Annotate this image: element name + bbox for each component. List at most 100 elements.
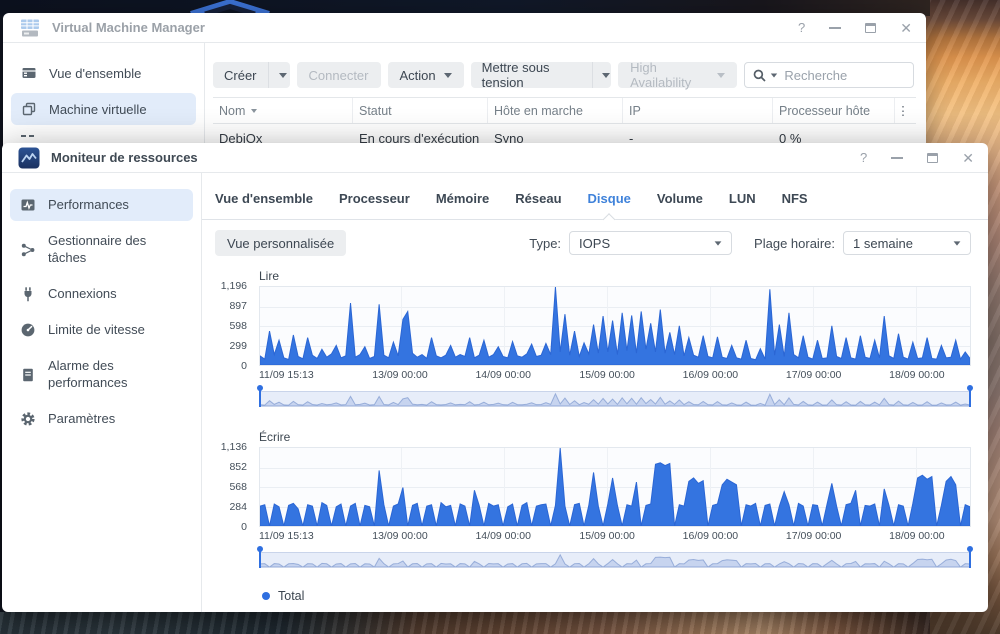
x-tick-label: 18/09 00:00: [889, 369, 944, 381]
high-availability-button[interactable]: High Availability: [618, 62, 737, 88]
search-input[interactable]: Recherche: [744, 62, 914, 88]
chart-title-read: Lire: [259, 269, 988, 283]
x-tick-label: 11/09 15:13: [259, 369, 314, 381]
range-select-caret-icon: [954, 241, 961, 245]
sidebar-item-performances[interactable]: Performances: [10, 189, 193, 221]
legend-label: Total: [278, 589, 304, 603]
search-placeholder: Recherche: [784, 68, 847, 83]
rm-help-button[interactable]: ?: [860, 151, 867, 164]
power-on-dropdown-caret-icon[interactable]: [592, 62, 611, 88]
read-iops-chart: [259, 286, 971, 366]
column-header-hote[interactable]: Hôte en marche: [488, 98, 623, 123]
search-icon: [753, 69, 766, 82]
column-header-nom[interactable]: Nom: [213, 98, 353, 123]
vmm-help-button[interactable]: ?: [798, 21, 805, 34]
vmm-window-title: Virtual Machine Manager: [52, 20, 205, 35]
tab-vue-densemble[interactable]: Vue d'ensemble: [215, 191, 313, 219]
report-document-icon: [20, 367, 36, 383]
vmm-sidebar-item-label: Machine virtuelle: [49, 102, 147, 117]
x-tick-label: 18/09 00:00: [889, 530, 944, 542]
task-manager-icon: [20, 242, 36, 258]
column-header-statut[interactable]: Statut: [353, 98, 488, 123]
create-button[interactable]: Créer: [213, 62, 290, 88]
sidebar-item-task-manager[interactable]: Gestionnaire des tâches: [10, 225, 193, 274]
x-tick-label: 11/09 15:13: [259, 530, 314, 542]
chart-legend: Total: [262, 589, 988, 603]
y-tick-label: 852: [229, 461, 247, 473]
brush-handle-left[interactable]: [259, 547, 261, 568]
brush-handle-left[interactable]: [259, 386, 261, 407]
x-tick-label: 14/09 00:00: [475, 369, 530, 381]
custom-view-button[interactable]: Vue personnalisée: [215, 230, 346, 256]
sidebar-item-label: Alarme des performances: [48, 358, 166, 391]
column-header-cpu[interactable]: Processeur hôte: [773, 98, 895, 123]
y-axis-labels: 1,1968975982990: [202, 286, 252, 366]
sidebar-item-performance-alarm[interactable]: Alarme des performances: [10, 350, 193, 399]
speedometer-icon: [20, 322, 36, 338]
power-on-button[interactable]: Mettre sous tension: [471, 62, 611, 88]
y-tick-label: 568: [229, 481, 247, 493]
overview-icon: [21, 65, 37, 81]
tab-reseau[interactable]: Réseau: [515, 191, 561, 219]
rm-close-button[interactable]: ✕: [962, 151, 974, 165]
column-header-ip[interactable]: IP: [623, 98, 773, 123]
type-select[interactable]: IOPS: [569, 231, 732, 255]
y-tick-label: 598: [229, 320, 247, 332]
sidebar-item-settings[interactable]: Paramètres: [10, 403, 193, 435]
write-iops-chart: [259, 447, 971, 527]
legend-dot-icon: [262, 592, 270, 600]
read-chart-brush[interactable]: [259, 391, 971, 407]
y-tick-label: 1,136: [221, 441, 247, 453]
sidebar-item-connections[interactable]: Connexions: [10, 278, 193, 310]
x-tick-label: 16/09 00:00: [683, 369, 738, 381]
tab-disque[interactable]: Disque: [588, 191, 631, 219]
rm-titlebar[interactable]: Moniteur de ressources ? ✕: [2, 143, 988, 173]
plug-icon: [20, 286, 36, 302]
vmm-maximize-button[interactable]: [865, 23, 876, 33]
chart-controls-row: Vue personnalisée Type: IOPS Plage horai…: [202, 220, 988, 256]
tab-lun[interactable]: LUN: [729, 191, 756, 219]
create-dropdown-caret-icon[interactable]: [268, 62, 290, 88]
x-tick-label: 15/09 00:00: [579, 369, 634, 381]
vmm-sidebar-item-virtual-machine[interactable]: Machine virtuelle: [11, 93, 196, 125]
tab-volume[interactable]: Volume: [657, 191, 703, 219]
vmm-sidebar-item-label: Vue d'ensemble: [49, 66, 141, 81]
rm-maximize-button[interactable]: [927, 153, 938, 163]
rm-minimize-button[interactable]: [891, 157, 903, 159]
y-tick-label: 299: [229, 340, 247, 352]
vmm-sidebar-item-overview[interactable]: Vue d'ensemble: [11, 57, 196, 89]
tab-processeur[interactable]: Processeur: [339, 191, 410, 219]
column-menu-icon[interactable]: ⋮: [895, 98, 911, 123]
y-tick-label: 0: [241, 521, 247, 533]
brush-handle-right[interactable]: [969, 547, 971, 568]
brush-handle-right[interactable]: [969, 386, 971, 407]
vmm-sidebar-item-cutoff[interactable]: [11, 133, 196, 139]
vmm-app-icon: [19, 18, 41, 38]
resource-monitor-window: Moniteur de ressources ? ✕ Performances: [2, 143, 988, 612]
rm-app-icon: [18, 147, 40, 169]
sidebar-item-label: Connexions: [48, 286, 117, 302]
connect-button[interactable]: Connecter: [297, 62, 381, 88]
search-filter-caret-icon[interactable]: [771, 73, 777, 77]
vmm-close-button[interactable]: ✕: [900, 21, 912, 35]
time-range-select[interactable]: 1 semaine: [843, 231, 971, 255]
vmm-minimize-button[interactable]: [829, 27, 841, 29]
action-dropdown-caret-icon: [444, 73, 452, 78]
sidebar-item-speed-limit[interactable]: Limite de vitesse: [10, 314, 193, 346]
tab-nfs[interactable]: NFS: [782, 191, 808, 219]
wallpaper-bottom-strip: [0, 612, 930, 634]
action-button[interactable]: Action: [388, 62, 464, 88]
virtual-machine-icon: [21, 101, 37, 117]
y-axis-labels: 1,1368525682840: [202, 447, 252, 527]
type-select-caret-icon: [715, 241, 722, 245]
x-axis-labels: 11/09 15:1313/09 00:0014/09 00:0015/09 0…: [259, 369, 971, 382]
x-tick-label: 16/09 00:00: [683, 530, 738, 542]
x-axis-labels: 11/09 15:1313/09 00:0014/09 00:0015/09 0…: [259, 530, 971, 543]
write-chart-brush[interactable]: [259, 552, 971, 568]
sort-caret-icon: [251, 109, 257, 113]
performance-chart-icon: [20, 197, 36, 213]
vmm-titlebar[interactable]: Virtual Machine Manager ? ✕: [3, 13, 926, 43]
rm-window-title: Moniteur de ressources: [51, 150, 198, 165]
x-tick-label: 13/09 00:00: [372, 530, 427, 542]
tab-memoire[interactable]: Mémoire: [436, 191, 489, 219]
